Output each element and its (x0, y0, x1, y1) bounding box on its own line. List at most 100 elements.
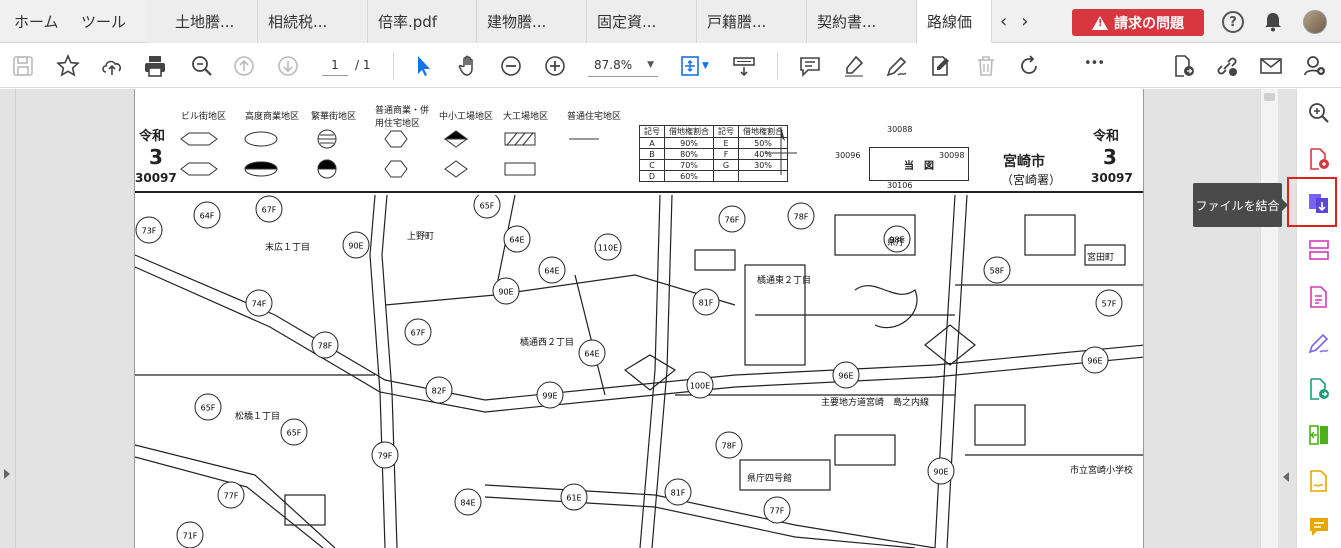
document-tab[interactable]: 戸籍謄... (697, 0, 807, 43)
route-price-value: 74F (252, 300, 267, 309)
city-name: 宮崎市 (1003, 154, 1045, 170)
help-icon[interactable]: ? (1222, 11, 1244, 33)
fit-page-icon[interactable] (678, 53, 704, 79)
route-price-marker: 90E (342, 231, 370, 259)
route-price-marker: 110E (594, 233, 622, 261)
route-price-marker: 58F (983, 256, 1011, 284)
route-price-value: 90E (933, 468, 948, 477)
route-price-marker: 71F (176, 521, 204, 548)
select-cursor-icon[interactable] (411, 53, 437, 79)
add-user-icon[interactable] (1302, 53, 1328, 79)
export-pdf-icon[interactable] (1307, 377, 1331, 401)
create-pdf-icon[interactable] (1307, 147, 1331, 171)
legend-item: ビル街地区 (181, 112, 227, 122)
route-price-marker: 64E (578, 339, 606, 367)
route-price-marker: 64E (503, 225, 531, 253)
billing-issue-button[interactable]: 請求の問題 (1072, 9, 1204, 36)
hand-tool-icon[interactable] (455, 53, 481, 79)
route-price-value: 78F (794, 213, 809, 222)
route-price-value: 82F (432, 387, 447, 396)
zoom-in-icon[interactable] (542, 53, 568, 79)
sheet-code: 30097 (1091, 171, 1133, 185)
share-link-icon[interactable] (1214, 53, 1240, 79)
tools-pane (1296, 89, 1341, 548)
bell-icon[interactable] (1264, 12, 1282, 32)
route-price-marker: 90E (927, 457, 955, 485)
chevron-left-icon[interactable]: ‹ (1000, 11, 1007, 32)
document-tab[interactable]: 契約書... (807, 0, 917, 43)
page-number-input[interactable]: 1 (322, 54, 348, 76)
document-tab[interactable]: 固定資... (587, 0, 697, 43)
comment-icon[interactable] (797, 53, 823, 79)
organize-pages-icon[interactable] (1307, 238, 1331, 262)
route-price-marker: 65F (473, 191, 501, 219)
route-price-value: 78F (722, 442, 737, 451)
document-tab-active[interactable]: 路線価 (917, 0, 992, 43)
route-price-value: 100E (690, 382, 710, 391)
edit-pdf-icon[interactable] (1307, 285, 1331, 309)
pdf-page: 令和 3 30097 ビル街地区 高度商業地区 繁華街地区 普通商業・併用住宅地… (134, 89, 1144, 548)
vertical-scrollbar[interactable] (1260, 89, 1278, 548)
tab-tools[interactable]: ツール (81, 0, 126, 43)
arrow-down-circle-icon[interactable] (275, 53, 301, 79)
route-price-value: 90E (498, 288, 513, 297)
zoom-search-icon[interactable] (189, 53, 215, 79)
legend-symbols (180, 129, 599, 179)
route-price-marker: 90E (492, 277, 520, 305)
route-price-value: 71F (183, 532, 198, 541)
rotate-icon[interactable] (1016, 53, 1042, 79)
draw-pen-icon[interactable] (884, 53, 910, 79)
more-options-icon[interactable]: ••• (1084, 56, 1105, 71)
printer-icon[interactable] (142, 53, 168, 79)
email-icon[interactable] (1258, 53, 1284, 79)
chevron-down-icon[interactable]: ▼ (702, 61, 709, 71)
route-price-marker: 73F (135, 216, 163, 244)
highlighter-icon[interactable] (841, 53, 867, 79)
zoom-out-icon[interactable] (498, 53, 524, 79)
compare-files-icon[interactable] (1307, 423, 1331, 447)
edit-text-icon[interactable] (928, 53, 954, 79)
scrollbar-thumb[interactable] (1264, 93, 1275, 101)
document-tab[interactable]: 建物謄... (477, 0, 587, 43)
route-price-marker: 82F (425, 376, 453, 404)
route-price-value: 78F (318, 342, 333, 351)
route-price-marker: 81F (664, 478, 692, 506)
combine-files-tooltip: ファイルを結合 (1193, 183, 1288, 227)
fill-sign-icon[interactable] (1307, 331, 1331, 355)
route-price-value: 81F (699, 299, 714, 308)
document-tab[interactable]: 倍率.pdf (368, 0, 477, 43)
arrow-up-circle-icon[interactable] (231, 53, 257, 79)
zoom-level-dropdown[interactable]: 87.8% ▼ (588, 53, 658, 77)
route-price-marker: 65F (280, 418, 308, 446)
district-label: 橘通東２丁目 (757, 274, 811, 286)
document-tab[interactable]: 相続税... (258, 0, 368, 43)
zoom-in-icon[interactable] (1307, 101, 1331, 125)
chevron-right-icon[interactable]: › (1021, 11, 1028, 32)
avatar[interactable] (1303, 10, 1327, 34)
route-price-marker: 65F (194, 393, 222, 421)
year-number: 3 (149, 145, 163, 169)
route-price-marker: 67F (255, 195, 283, 223)
trash-icon[interactable] (973, 53, 999, 79)
right-panel-toggle[interactable] (1278, 89, 1296, 548)
export-pdf-icon[interactable] (1171, 53, 1197, 79)
tab-home[interactable]: ホーム (14, 0, 59, 43)
document-tab[interactable]: 土地謄... (147, 0, 258, 43)
route-price-marker: 96E (1081, 346, 1109, 374)
scroll-mode-icon[interactable] (731, 53, 757, 79)
route-price-value: 65F (287, 429, 302, 438)
district-label: 宮田町 (1087, 251, 1114, 263)
route-price-marker: 77F (763, 496, 791, 524)
save-icon[interactable] (10, 53, 36, 79)
upload-cloud-icon[interactable] (99, 53, 125, 79)
route-price-value: 90E (348, 242, 363, 251)
route-price-value: 77F (224, 492, 239, 501)
route-price-value: 57F (1102, 300, 1117, 309)
comment-icon[interactable] (1307, 515, 1331, 539)
route-price-value: 110E (598, 244, 618, 253)
star-icon[interactable] (55, 53, 81, 79)
route-price-value: 64E (584, 350, 599, 359)
left-panel-toggle[interactable] (0, 89, 16, 548)
route-price-value: 96E (838, 372, 853, 381)
request-sign-icon[interactable] (1307, 469, 1331, 493)
